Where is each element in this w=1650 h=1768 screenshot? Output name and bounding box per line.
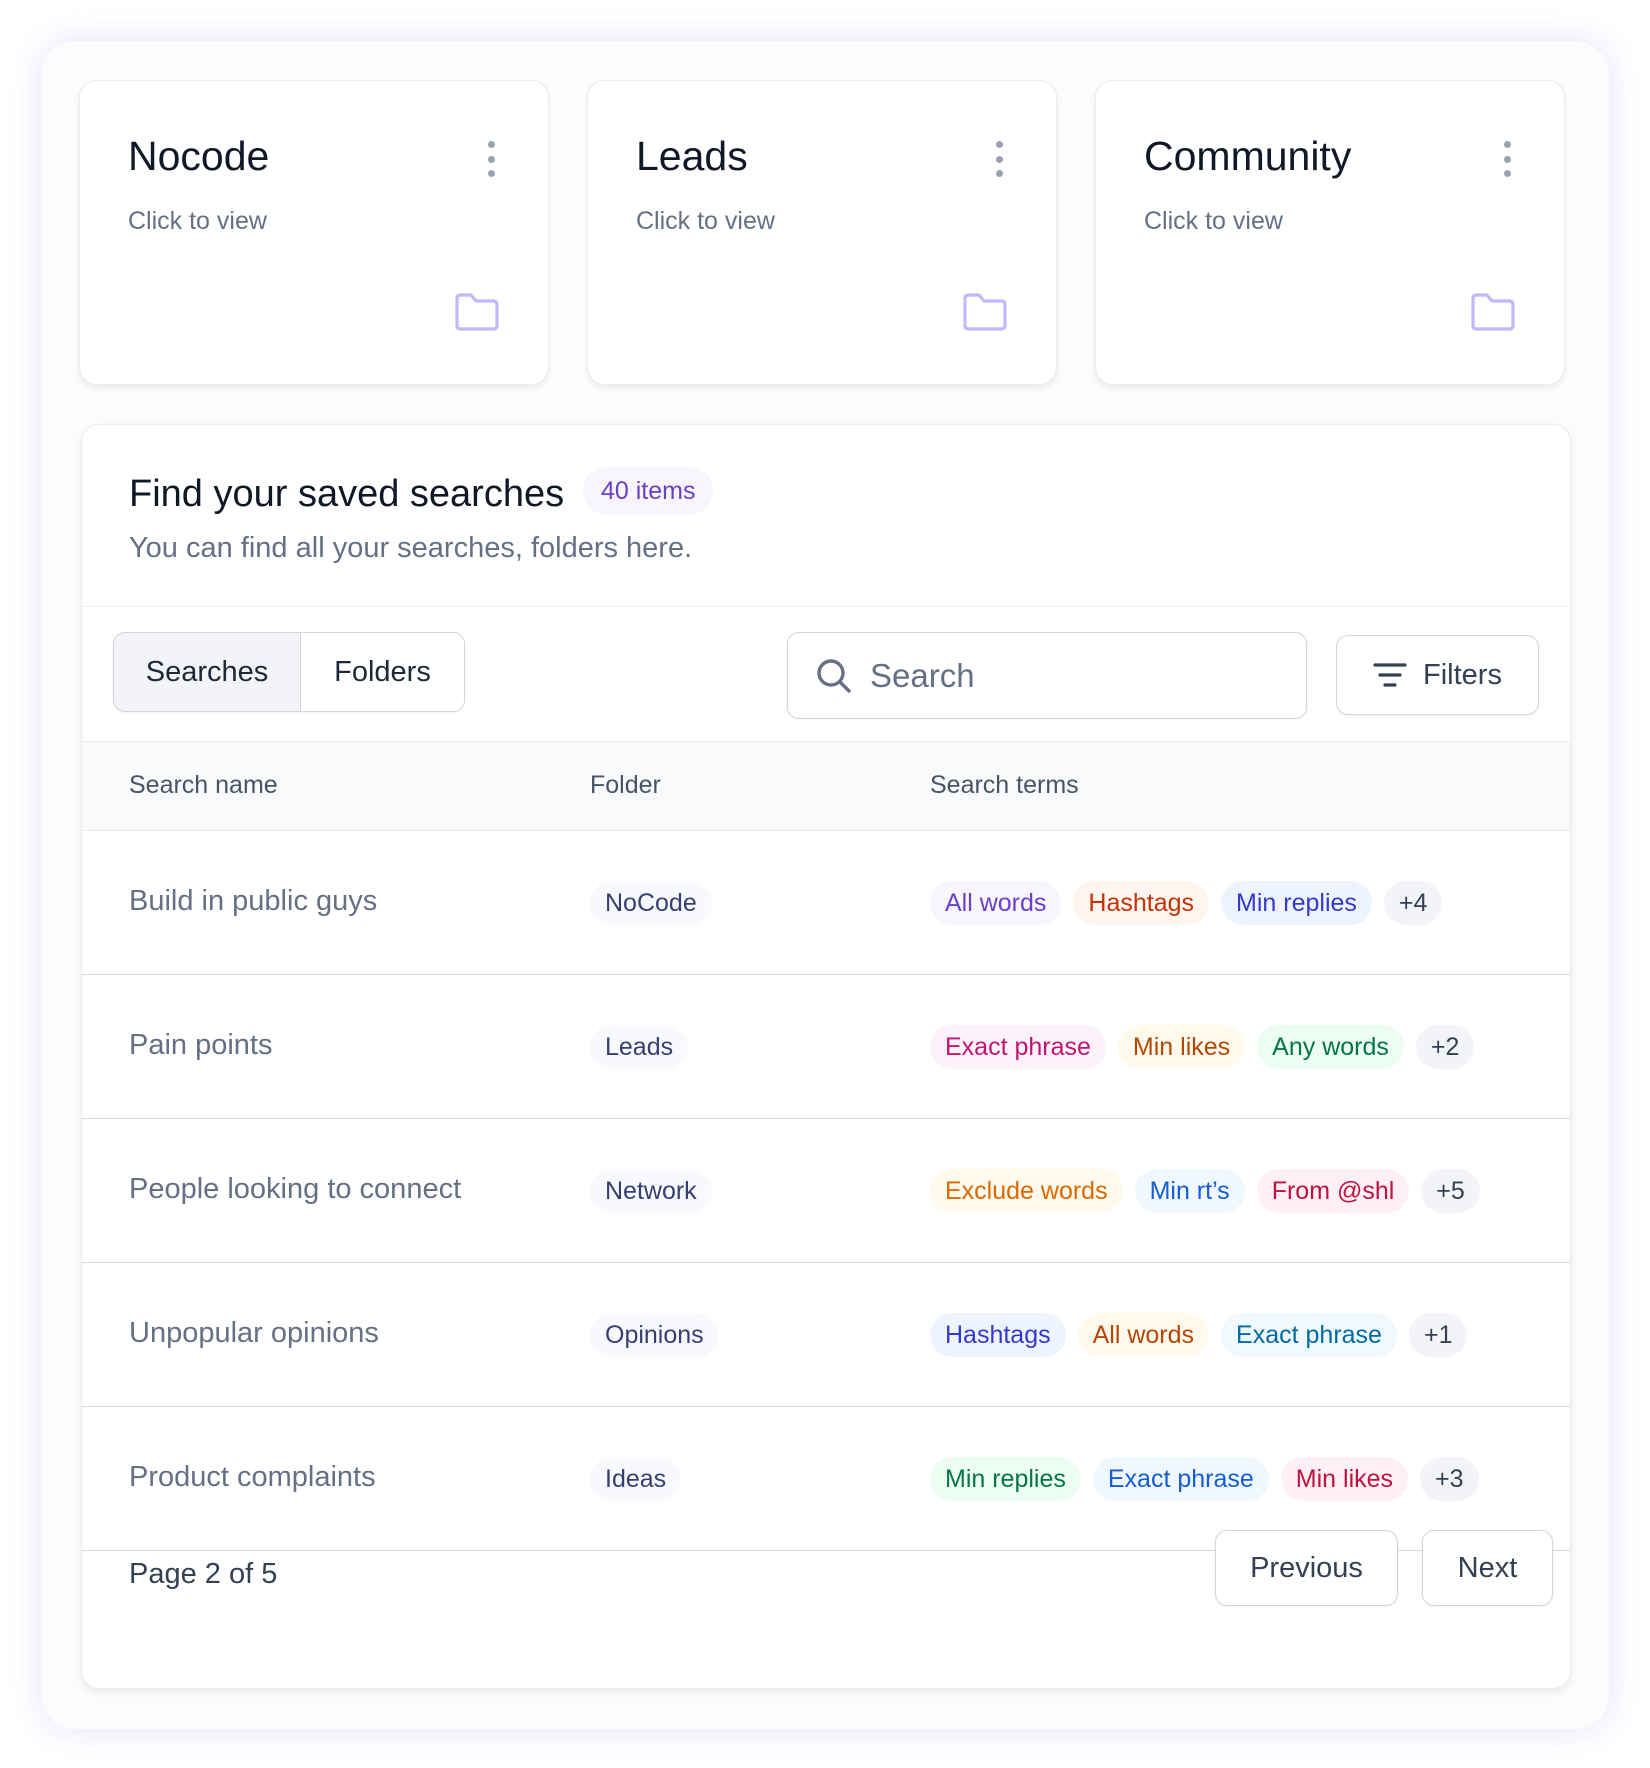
term-tag: Exact phrase (1092, 1457, 1269, 1501)
table-header: Search name Folder Search terms (82, 741, 1570, 831)
more-terms-tag[interactable]: +4 (1383, 881, 1443, 925)
table-row[interactable]: Build in public guys NoCode All words Ha… (82, 831, 1570, 975)
search-terms: Exclude words Min rt’s From @shl +5 (930, 1169, 1480, 1213)
term-tag: Min replies (1221, 881, 1372, 925)
term-tag: Min likes (1280, 1457, 1409, 1501)
filters-button[interactable]: Filters (1336, 635, 1539, 715)
saved-searches-card: Find your saved searches 40 items You ca… (81, 424, 1571, 1689)
term-tag: Exact phrase (1221, 1313, 1397, 1357)
folder-icon (1471, 293, 1515, 331)
table-row[interactable]: Pain points Leads Exact phrase Min likes… (82, 975, 1570, 1119)
folder-card-nocode[interactable]: Nocode Click to view (79, 80, 549, 385)
more-vertical-icon[interactable] (992, 141, 1006, 177)
more-terms-tag[interactable]: +2 (1415, 1025, 1475, 1069)
folder-card-subtitle: Click to view (128, 207, 267, 235)
column-header-folder: Folder (590, 771, 661, 799)
folder-card-subtitle: Click to view (1144, 207, 1283, 235)
search-terms: All words Hashtags Min replies +4 (930, 881, 1443, 925)
search-name: Product complaints (129, 1461, 376, 1493)
section-subtitle: You can find all your searches, folders … (129, 532, 693, 564)
tab-folders[interactable]: Folders (301, 633, 464, 711)
folder-card-community[interactable]: Community Click to view (1095, 80, 1565, 385)
page-indicator: Page 2 of 5 (129, 1558, 278, 1590)
term-tag: Hashtags (1073, 881, 1210, 925)
search-field[interactable] (787, 632, 1307, 719)
term-tag: Min replies (930, 1457, 1081, 1501)
folder-badge: Opinions (590, 1313, 719, 1357)
folder-card-subtitle: Click to view (636, 207, 775, 235)
table-row[interactable]: People looking to connect Network Exclud… (82, 1119, 1570, 1263)
search-icon (817, 659, 851, 693)
folder-card-title: Nocode (128, 133, 270, 179)
section-title: Find your saved searches (129, 473, 565, 515)
search-input[interactable] (870, 633, 1290, 718)
dashboard-panel: Nocode Click to view Leads Click to view… (41, 41, 1609, 1729)
folder-card-title: Community (1144, 133, 1352, 179)
term-tag: Hashtags (930, 1313, 1066, 1357)
more-terms-tag[interactable]: +1 (1408, 1313, 1468, 1357)
search-terms: Hashtags All words Exact phrase +1 (930, 1313, 1468, 1357)
term-tag: Min likes (1117, 1025, 1246, 1069)
column-header-search-name: Search name (129, 771, 278, 799)
folder-icon (455, 293, 499, 331)
more-terms-tag[interactable]: +5 (1421, 1169, 1480, 1213)
more-vertical-icon[interactable] (1500, 141, 1514, 177)
folder-card-title: Leads (636, 133, 748, 179)
next-button[interactable]: Next (1422, 1530, 1553, 1606)
view-toggle: Searches Folders (113, 632, 465, 712)
search-name: People looking to connect (129, 1173, 462, 1205)
more-vertical-icon[interactable] (484, 141, 498, 177)
term-tag: All words (1077, 1313, 1210, 1357)
filter-lines-icon (1373, 663, 1407, 687)
table-row[interactable]: Unpopular opinions Opinions Hashtags All… (82, 1263, 1570, 1407)
term-tag: Min rt’s (1134, 1169, 1245, 1213)
items-count-badge: 40 items (583, 467, 714, 515)
column-header-search-terms: Search terms (930, 771, 1079, 799)
term-tag: From @shl (1256, 1169, 1410, 1213)
search-name: Pain points (129, 1029, 273, 1061)
search-terms: Min replies Exact phrase Min likes +3 (930, 1457, 1479, 1501)
header-divider (82, 606, 1570, 607)
folder-badge: Leads (590, 1025, 689, 1069)
tab-searches[interactable]: Searches (114, 633, 301, 711)
more-terms-tag[interactable]: +3 (1420, 1457, 1479, 1501)
folder-badge: Network (590, 1169, 712, 1213)
term-tag: Any words (1257, 1025, 1404, 1069)
folder-card-leads[interactable]: Leads Click to view (587, 80, 1057, 385)
term-tag: Exact phrase (930, 1025, 1106, 1069)
search-name: Unpopular opinions (129, 1317, 379, 1349)
folder-icon (963, 293, 1007, 331)
folder-badge: NoCode (590, 881, 712, 925)
folder-badge: Ideas (590, 1457, 682, 1501)
filters-label: Filters (1423, 658, 1502, 691)
term-tag: All words (930, 881, 1062, 925)
previous-button[interactable]: Previous (1215, 1530, 1398, 1606)
search-terms: Exact phrase Min likes Any words +2 (930, 1025, 1475, 1069)
search-name: Build in public guys (129, 885, 378, 917)
term-tag: Exclude words (930, 1169, 1123, 1213)
